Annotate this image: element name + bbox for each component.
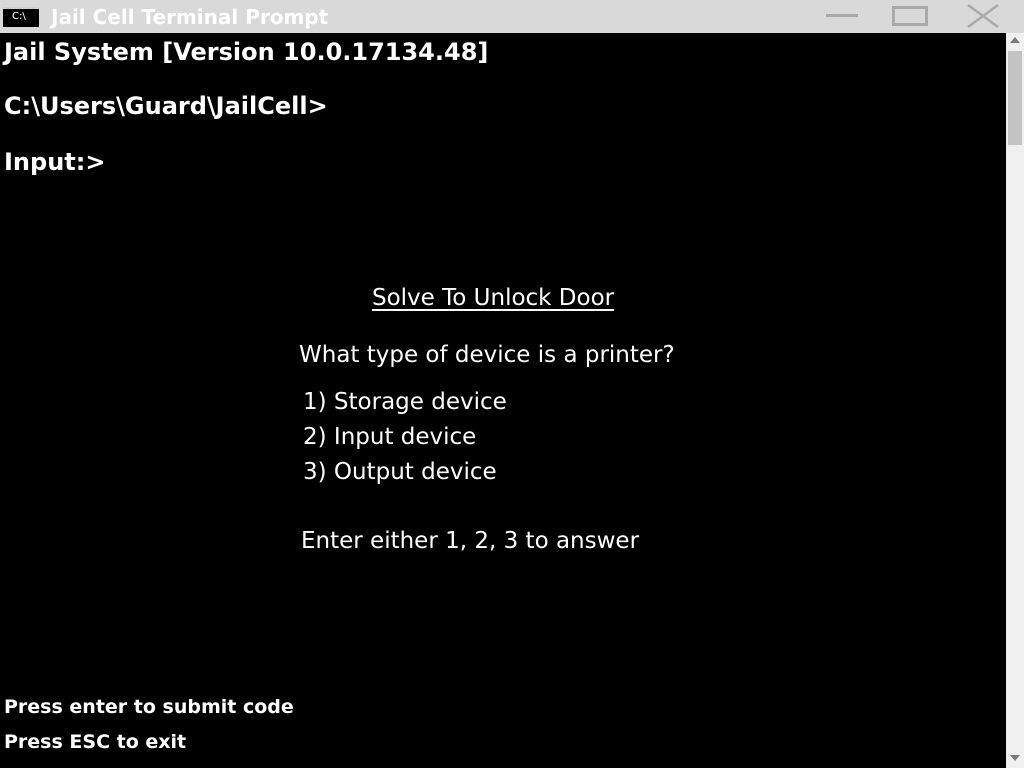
close-icon — [967, 3, 999, 29]
answer-option-2: 2) Input device — [303, 424, 477, 450]
scroll-up-arrow-icon[interactable] — [1010, 37, 1020, 43]
console-app-icon: C:\ — [3, 7, 39, 27]
input-prompt-line[interactable]: Input:> — [4, 147, 105, 177]
maximize-icon — [892, 6, 928, 26]
submit-hint: Press enter to submit code — [4, 696, 294, 718]
answer-instruction: Enter either 1, 2, 3 to answer — [301, 528, 640, 554]
terminal-window: C:\ Jail Cell Terminal Prompt Jail Syste… — [0, 0, 1024, 768]
close-button[interactable] — [958, 0, 1012, 33]
scroll-thumb[interactable] — [1008, 51, 1022, 145]
exit-hint: Press ESC to exit — [4, 731, 187, 753]
version-line: Jail System [Version 10.0.17134.48] — [4, 38, 489, 66]
path-prompt-line: C:\Users\Guard\JailCell> — [4, 92, 328, 120]
puzzle-question: What type of device is a printer? — [299, 342, 675, 368]
answer-option-3: 3) Output device — [303, 459, 497, 485]
maximize-button[interactable] — [882, 0, 942, 33]
puzzle-title: Solve To Unlock Door — [372, 285, 615, 311]
console-output[interactable]: Jail System [Version 10.0.17134.48] C:\U… — [0, 33, 1006, 768]
minimize-button[interactable] — [818, 0, 868, 33]
answer-option-1: 1) Storage device — [303, 389, 507, 415]
title-bar[interactable]: C:\ Jail Cell Terminal Prompt — [0, 0, 1024, 33]
vertical-scrollbar[interactable] — [1006, 33, 1024, 768]
window-title: Jail Cell Terminal Prompt — [51, 5, 329, 29]
minimize-icon — [826, 14, 858, 17]
scroll-down-arrow-icon[interactable] — [1010, 755, 1020, 761]
